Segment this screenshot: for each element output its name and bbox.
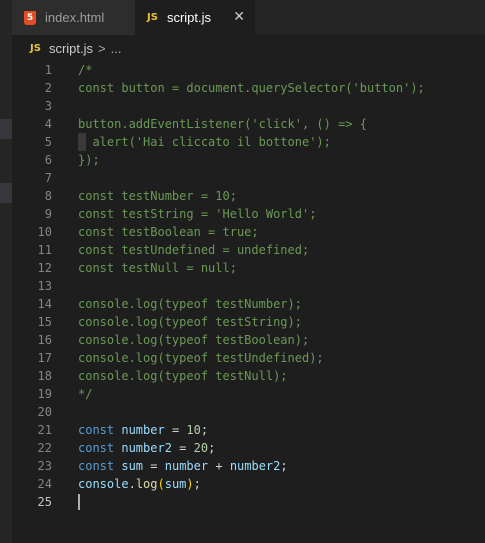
code-text: console.log(typeof testString); [78, 315, 302, 329]
line-number: 7 [44, 171, 52, 185]
line-number: 25 [37, 495, 52, 509]
code-line[interactable]: 19 */ [12, 385, 485, 403]
code-line[interactable]: 20 [12, 403, 485, 421]
code-text: const button = document.querySelector('b… [78, 81, 425, 95]
code-line[interactable]: 7 [12, 169, 485, 187]
code-line[interactable]: 2 const button = document.querySelector('… [12, 79, 485, 97]
line-number: 1 [44, 63, 52, 77]
breadcrumb: JS script.js > ... [30, 38, 121, 58]
code-line[interactable]: 6}); [12, 151, 485, 169]
line-number: 10 [37, 225, 52, 239]
javascript-icon: JS [147, 12, 158, 23]
code-text: console.log(typeof testNumber); [78, 297, 302, 311]
code-line[interactable]: 18 console.log(typeof testNull); [12, 367, 485, 385]
line-number: 17 [37, 351, 52, 365]
line-number: 13 [37, 279, 52, 293]
code-text: console.log(sum); [78, 477, 201, 491]
breadcrumb-symbols[interactable]: ... [111, 41, 122, 56]
line-number: 12 [37, 261, 52, 275]
line-number: 14 [37, 297, 52, 311]
text-cursor [78, 494, 80, 510]
line-number: 15 [37, 315, 52, 329]
code-text: button.addEventListener('click', () => { [78, 117, 367, 131]
code-line[interactable]: 3 [12, 97, 485, 115]
line-number: 3 [44, 99, 52, 113]
code-line[interactable]: 21 const number = 10; [12, 421, 485, 439]
tab-bar: 5 index.html JS script.js ✕ [0, 0, 485, 35]
code-text: console.log(typeof testUndefined); [78, 351, 324, 365]
line-number: 23 [37, 459, 52, 473]
code-line[interactable]: 25 [12, 493, 485, 511]
breadcrumb-file[interactable]: script.js [49, 41, 93, 56]
code-text: const number = 10; [78, 423, 209, 437]
html5-icon: 5 [24, 10, 36, 25]
code-line[interactable]: 14 console.log(typeof testNumber); [12, 295, 485, 313]
code-text: console.log(typeof testBoolean); [78, 333, 310, 347]
line-number: 19 [37, 387, 52, 401]
code-text: alert('Hai cliccato il bottone'); [78, 135, 331, 149]
side-panel-marker [0, 183, 12, 203]
line-number: 9 [44, 207, 52, 221]
code-text: const testNull = null; [78, 261, 237, 275]
chevron-right-icon: > [98, 40, 106, 56]
line-number: 21 [37, 423, 52, 437]
line-number: 24 [37, 477, 52, 491]
code-line[interactable]: 1 /* [12, 61, 485, 79]
code-text: /* [78, 63, 93, 77]
code-line[interactable]: 24 console.log(sum); [12, 475, 485, 493]
code-line[interactable]: 13 [12, 277, 485, 295]
line-number: 6 [44, 153, 52, 167]
tab-script-js[interactable]: JS script.js ✕ [135, 0, 255, 35]
line-number: 18 [37, 369, 52, 383]
code-text: }); [78, 153, 100, 167]
line-number: 11 [37, 243, 52, 257]
line-number: 22 [37, 441, 52, 455]
code-line[interactable]: 17 console.log(typeof testUndefined); [12, 349, 485, 367]
code-text: const testBoolean = true; [78, 225, 259, 239]
code-line[interactable]: 12 const testNull = null; [12, 259, 485, 277]
code-text: */ [78, 387, 93, 401]
code-text: const number2 = 20; [78, 441, 216, 455]
javascript-icon: JS [30, 42, 41, 54]
code-line[interactable]: 16 console.log(typeof testBoolean); [12, 331, 485, 349]
line-number: 5 [44, 135, 52, 149]
side-panel-marker [0, 119, 12, 139]
tab-label: index.html [45, 10, 105, 25]
code-editor[interactable]: 1 /* 2 const button = document.querySelecto… [12, 58, 485, 543]
code-line[interactable]: 4 button.addEventListener('click', () => … [12, 115, 485, 133]
code-line[interactable]: 15 console.log(typeof testString); [12, 313, 485, 331]
tab-index-html[interactable]: 5 index.html [12, 0, 135, 35]
code-line[interactable]: 10 const testBoolean = true; [12, 223, 485, 241]
side-panel-edge [0, 35, 12, 543]
code-text: const testString = 'Hello World'; [78, 207, 317, 221]
line-number: 8 [44, 189, 52, 203]
code-text: const testNumber = 10; [78, 189, 237, 203]
code-line[interactable]: 8 const testNumber = 10; [12, 187, 485, 205]
code-line[interactable]: 11 const testUndefined = undefined; [12, 241, 485, 259]
line-number: 16 [37, 333, 52, 347]
tab-label: script.js [166, 10, 211, 25]
code-text: const sum = number + number2; [78, 459, 288, 473]
line-number: 4 [44, 117, 52, 131]
code-text: console.log(typeof testNull); [78, 369, 288, 383]
close-icon[interactable]: ✕ [233, 9, 245, 25]
line-number: 2 [44, 81, 52, 95]
code-line[interactable]: 22 const number2 = 20; [12, 439, 485, 457]
code-line[interactable]: 9 const testString = 'Hello World'; [12, 205, 485, 223]
line-number: 20 [37, 405, 52, 419]
code-text: const testUndefined = undefined; [78, 243, 310, 257]
code-line[interactable]: 23 const sum = number + number2; [12, 457, 485, 475]
code-line[interactable]: 5 alert('Hai cliccato il bottone'); [12, 133, 485, 151]
